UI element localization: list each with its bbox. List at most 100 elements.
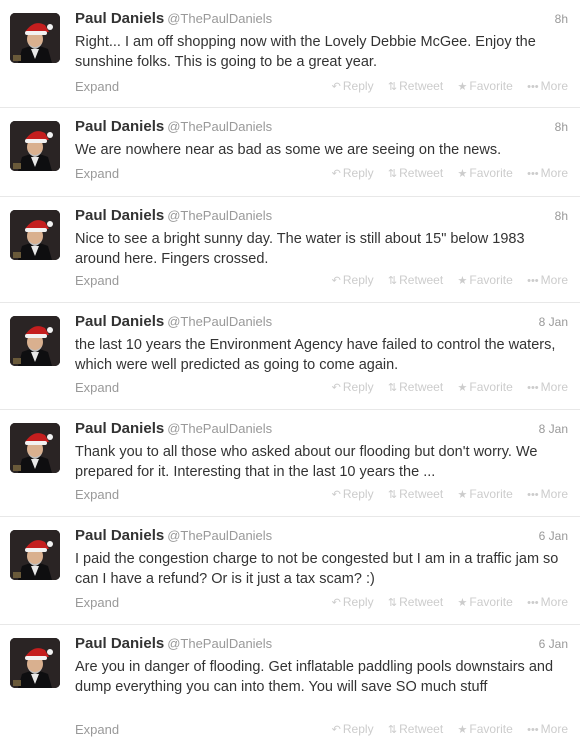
reply-arrow-icon: ↶ <box>331 382 341 394</box>
more-button[interactable]: ••• More <box>527 79 568 93</box>
reply-button[interactable]: ↶ Reply <box>332 487 374 501</box>
avatar[interactable] <box>10 316 60 366</box>
user-handle[interactable]: @ThePaulDaniels <box>167 314 272 329</box>
retweet-button[interactable]: ⇅ Retweet <box>388 166 443 180</box>
user-handle[interactable]: @ThePaulDaniels <box>167 119 272 134</box>
reply-arrow-icon: ↶ <box>331 597 341 609</box>
favorite-button[interactable]: ★ Favorite <box>458 595 513 609</box>
tweet-timestamp[interactable]: 8h <box>555 209 568 223</box>
user-handle[interactable]: @ThePaulDaniels <box>167 11 272 26</box>
expand-link[interactable]: Expand <box>75 595 119 610</box>
tweet[interactable]: Paul Daniels @ThePaulDaniels 8h We are no… <box>0 108 580 197</box>
retweet-icon: ⇅ <box>387 597 398 609</box>
expand-link[interactable]: Expand <box>75 722 119 737</box>
favorite-button[interactable]: ★ Favorite <box>458 380 513 394</box>
star-icon: ★ <box>457 597 468 609</box>
reply-button[interactable]: ↶ Reply <box>332 722 374 736</box>
more-button[interactable]: ••• More <box>527 722 568 736</box>
tweet-actions: ↶ Reply ⇅ Retweet ★ Favorite ••• More <box>321 166 568 180</box>
user-name[interactable]: Paul Daniels <box>75 207 164 224</box>
tweet[interactable]: Paul Daniels @ThePaulDaniels 8h Right... … <box>0 0 580 108</box>
star-icon: ★ <box>457 724 468 736</box>
tweet-text: Thank you to all those who asked about o… <box>75 444 538 480</box>
tweet-timestamp[interactable]: 8h <box>555 120 568 134</box>
reply-button[interactable]: ↶ Reply <box>332 166 374 180</box>
tweet[interactable]: Paul Daniels @ThePaulDaniels 6 Jan Are yo… <box>0 625 580 742</box>
expand-link[interactable]: Expand <box>75 380 119 395</box>
user-name[interactable]: Paul Daniels <box>75 10 164 27</box>
retweet-icon: ⇅ <box>387 489 398 501</box>
more-button[interactable]: ••• More <box>527 380 568 394</box>
user-handle[interactable]: @ThePaulDaniels <box>167 421 272 436</box>
reply-button[interactable]: ↶ Reply <box>332 273 374 287</box>
tweet-header: Paul Daniels @ThePaulDaniels 8 Jan <box>75 420 568 442</box>
tweet[interactable]: Paul Daniels @ThePaulDaniels 8h Nice to s… <box>0 197 580 303</box>
retweet-button[interactable]: ⇅ Retweet <box>388 79 443 93</box>
more-button[interactable]: ••• More <box>527 166 568 180</box>
tweet-timestamp[interactable]: 8h <box>555 12 568 26</box>
tweet-timestamp[interactable]: 6 Jan <box>539 529 568 543</box>
tweet-timestamp[interactable]: 8 Jan <box>539 422 568 436</box>
tweet-footer: Expand ↶ Reply ⇅ Retweet ★ Favorite ••• More <box>75 379 568 397</box>
avatar[interactable] <box>10 121 60 171</box>
tweet[interactable]: Paul Daniels @ThePaulDaniels 6 Jan I paid… <box>0 517 580 625</box>
ellipsis-icon: ••• <box>527 81 539 93</box>
reply-arrow-icon: ↶ <box>331 724 341 736</box>
favorite-button[interactable]: ★ Favorite <box>458 166 513 180</box>
tweet-timestamp[interactable]: 8 Jan <box>539 315 568 329</box>
tweet-text: I paid the congestion charge to not be c… <box>75 551 559 587</box>
tweet-header: Paul Daniels @ThePaulDaniels 8h <box>75 207 568 229</box>
favorite-button[interactable]: ★ Favorite <box>458 487 513 501</box>
retweet-icon: ⇅ <box>387 382 398 394</box>
favorite-button[interactable]: ★ Favorite <box>458 722 513 736</box>
reply-button[interactable]: ↶ Reply <box>332 380 374 394</box>
more-button[interactable]: ••• More <box>527 487 568 501</box>
retweet-icon: ⇅ <box>387 81 398 93</box>
tweet-footer: Expand ↶ Reply ⇅ Retweet ★ Favorite ••• More <box>75 594 568 612</box>
avatar[interactable] <box>10 530 60 580</box>
retweet-button[interactable]: ⇅ Retweet <box>388 487 443 501</box>
avatar[interactable] <box>10 423 60 473</box>
expand-link[interactable]: Expand <box>75 487 119 502</box>
favorite-button[interactable]: ★ Favorite <box>458 273 513 287</box>
expand-link[interactable]: Expand <box>75 79 119 94</box>
tweet-header: Paul Daniels @ThePaulDaniels 8h <box>75 118 568 140</box>
ellipsis-icon: ••• <box>527 168 539 180</box>
reply-button[interactable]: ↶ Reply <box>332 79 374 93</box>
star-icon: ★ <box>457 489 468 501</box>
avatar[interactable] <box>10 210 60 260</box>
tweet-footer: Expand ↶ Reply ⇅ Retweet ★ Favorite ••• More <box>75 721 568 739</box>
retweet-button[interactable]: ⇅ Retweet <box>388 722 443 736</box>
user-handle[interactable]: @ThePaulDaniels <box>167 528 272 543</box>
more-button[interactable]: ••• More <box>527 595 568 609</box>
favorite-button[interactable]: ★ Favorite <box>458 79 513 93</box>
ellipsis-icon: ••• <box>527 382 539 394</box>
tweet-timestamp[interactable]: 6 Jan <box>539 637 568 651</box>
user-name[interactable]: Paul Daniels <box>75 118 164 135</box>
user-name[interactable]: Paul Daniels <box>75 420 164 437</box>
ellipsis-icon: ••• <box>527 597 539 609</box>
retweet-button[interactable]: ⇅ Retweet <box>388 380 443 394</box>
retweet-button[interactable]: ⇅ Retweet <box>388 273 443 287</box>
user-name[interactable]: Paul Daniels <box>75 635 164 652</box>
more-button[interactable]: ••• More <box>527 273 568 287</box>
tweet-text: Nice to see a bright sunny day. The wate… <box>75 231 525 267</box>
user-handle[interactable]: @ThePaulDaniels <box>167 208 272 223</box>
retweet-button[interactable]: ⇅ Retweet <box>388 595 443 609</box>
tweet-footer: Expand ↶ Reply ⇅ Retweet ★ Favorite ••• More <box>75 486 568 504</box>
user-name[interactable]: Paul Daniels <box>75 527 164 544</box>
star-icon: ★ <box>457 168 468 180</box>
expand-link[interactable]: Expand <box>75 166 119 181</box>
tweet[interactable]: Paul Daniels @ThePaulDaniels 8 Jan Thank … <box>0 410 580 517</box>
avatar[interactable] <box>10 638 60 688</box>
tweet-text: the last 10 years the Environment Agency… <box>75 337 556 373</box>
expand-link[interactable]: Expand <box>75 273 119 288</box>
reply-button[interactable]: ↶ Reply <box>332 595 374 609</box>
star-icon: ★ <box>457 275 468 287</box>
user-handle[interactable]: @ThePaulDaniels <box>167 636 272 651</box>
tweet[interactable]: Paul Daniels @ThePaulDaniels 8 Jan the la… <box>0 303 580 410</box>
user-name[interactable]: Paul Daniels <box>75 313 164 330</box>
avatar[interactable] <box>10 13 60 63</box>
ellipsis-icon: ••• <box>527 489 539 501</box>
tweet-text: Are you in danger of flooding. Get infla… <box>75 659 554 695</box>
